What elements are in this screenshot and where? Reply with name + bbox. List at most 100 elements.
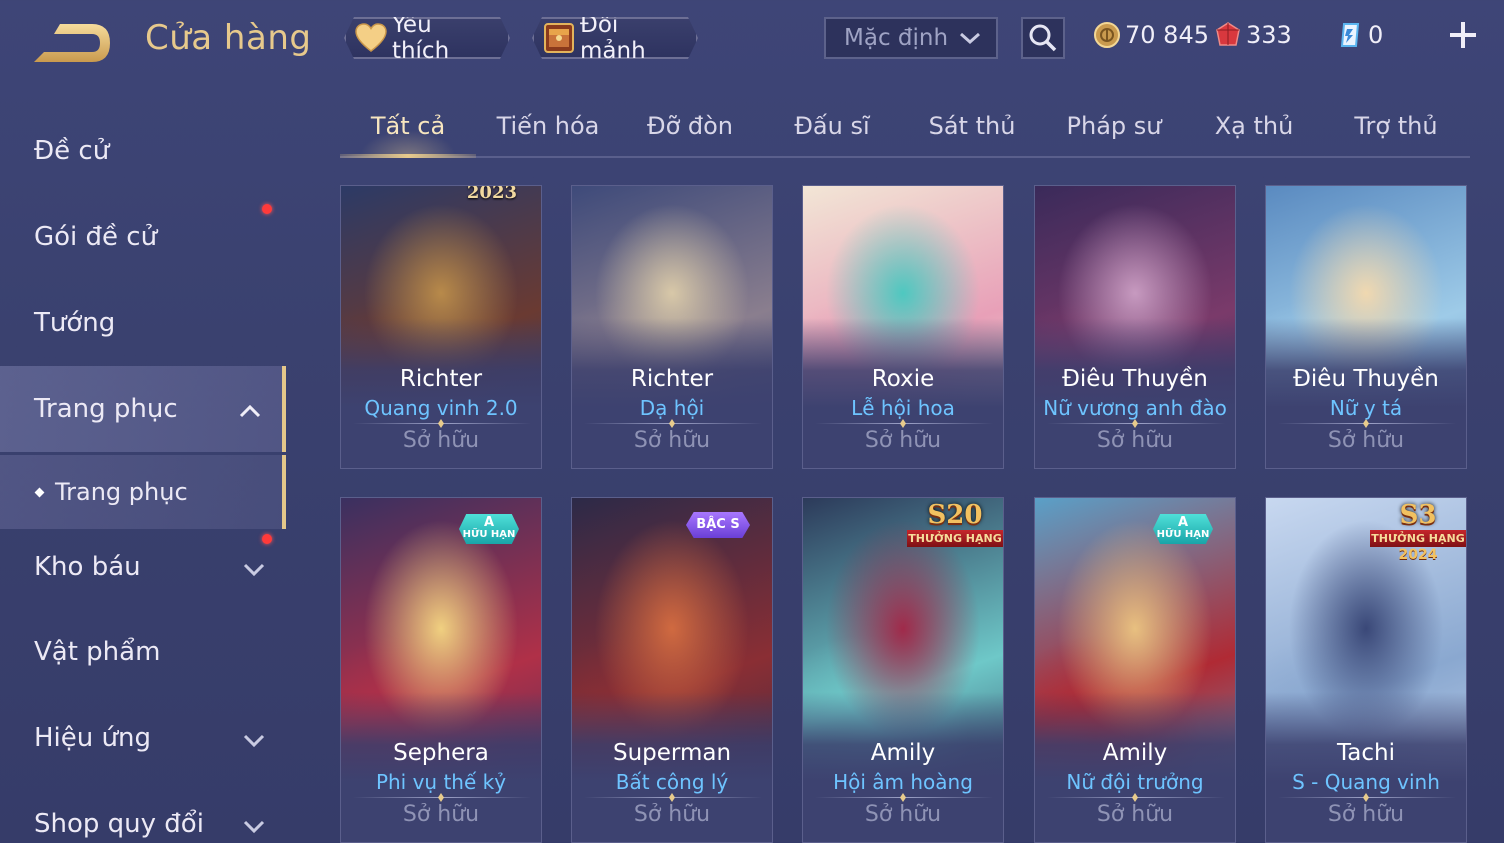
bullet-diamond-icon [34, 487, 45, 497]
chevron-down-icon [242, 727, 266, 757]
badge-subtitle: HỮU HẠN [462, 529, 516, 540]
rank-reward-badge: S20 THƯỞNG HẠNG [907, 500, 1003, 560]
skin-card[interactable]: S20 THƯỞNG HẠNG Amily Hội âm hoàng Sở hữu [802, 497, 1004, 843]
hero-name: Điêu Thuyền [1062, 366, 1208, 392]
owned-status: Sở hữu [1096, 802, 1174, 827]
owned-status: Sở hữu [633, 802, 711, 827]
skin-name: Nữ vương anh đào [1043, 396, 1227, 420]
owned-status: Sở hữu [633, 428, 711, 453]
exchange-shards-button[interactable]: Đổi mảnh [532, 17, 698, 59]
sidebar-item-treasure[interactable]: Kho báu [0, 524, 286, 610]
sidebar-item-label: Gói đề cử [34, 222, 158, 252]
notification-dot [262, 204, 272, 214]
sidebar-item-recommended-packs[interactable]: Gói đề cử [0, 194, 286, 280]
skin-card[interactable]: BẬC S Superman Bất công lý Sở hữu [571, 497, 773, 843]
sidebar-item-skins[interactable]: Trang phục [0, 366, 286, 452]
limited-badge: A HỮU HẠN [1153, 514, 1213, 544]
skin-name: Phi vụ thế kỷ [375, 770, 507, 794]
skin-card[interactable]: Điêu Thuyền Nữ y tá Sở hữu [1265, 185, 1467, 469]
role-tabs: Tất cả Tiến hóa Đỡ đòn Đấu sĩ Sát thủ Ph… [340, 108, 1470, 158]
page-title: Cửa hàng [145, 18, 312, 58]
season-label: S20 [927, 500, 983, 530]
sort-dropdown[interactable]: Mặc định [824, 17, 998, 59]
tab-tank[interactable]: Đỡ đòn [624, 112, 756, 140]
hero-name: Amily [870, 740, 936, 766]
tab-assassin[interactable]: Sát thủ [906, 112, 1038, 140]
chevron-down-icon [958, 27, 982, 55]
treasure-chest-icon [542, 21, 576, 55]
sidebar: Đề cử Gói đề cử Tướng Trang phục Trang p… [0, 108, 290, 843]
owned-status: Sở hữu [1327, 428, 1405, 453]
owned-status: Sở hữu [402, 428, 480, 453]
sidebar-item-label: Kho báu [34, 552, 141, 582]
gold-coin-icon [1093, 21, 1121, 49]
add-currency-button[interactable] [1446, 18, 1480, 52]
chevron-down-icon [242, 556, 266, 586]
rank-reward-badge: S3 THƯỞNG HẠNG 2024 [1370, 500, 1466, 563]
blue-crystal-icon [1336, 21, 1364, 49]
heart-icon [354, 21, 388, 55]
badge-grade: A [483, 515, 495, 530]
skin-card[interactable]: Richter Dạ hội Sở hữu [571, 185, 773, 469]
voucher-currency: 333 [1214, 18, 1292, 52]
hero-name: Tachi [1337, 740, 1395, 766]
exchange-label: Đổi mảnh [580, 12, 646, 64]
sidebar-item-recommended[interactable]: Đề cử [0, 108, 286, 194]
tier-s-badge: BẬC S [686, 512, 750, 538]
season-year: 2024 [1398, 547, 1438, 563]
crystal-currency: 0 [1336, 18, 1383, 52]
sidebar-item-heroes[interactable]: Tướng [0, 280, 286, 366]
skin-card[interactable]: S3 THƯỞNG HẠNG 2024 Tachi S - Quang vinh Sở h… [1265, 497, 1467, 843]
hero-name: Sephera [393, 740, 489, 766]
sidebar-item-effects[interactable]: Hiệu ứng [0, 695, 286, 781]
skin-card[interactable]: Roxie Lễ hội hoa Sở hữu [802, 185, 1004, 469]
tab-fighter[interactable]: Đấu sĩ [766, 112, 898, 140]
badge-grade: A [1177, 515, 1189, 530]
skin-name: Lễ hội hoa [851, 396, 955, 420]
chevron-up-icon [238, 398, 262, 428]
tab-marksman[interactable]: Xạ thủ [1188, 112, 1320, 140]
sidebar-item-label: Đề cử [34, 136, 110, 166]
skin-name: Nữ y tá [1329, 396, 1403, 420]
hero-name: Richter [399, 366, 483, 392]
red-gem-icon [1214, 21, 1242, 49]
skin-card[interactable]: A HỮU HẠN Amily Nữ đội trưởng Sở hữu [1034, 497, 1236, 843]
owned-status: Sở hữu [402, 802, 480, 827]
hero-name: Superman [612, 740, 732, 766]
year-badge: 2023 [466, 185, 517, 203]
hero-name: Roxie [871, 366, 935, 392]
tab-evolution[interactable]: Tiến hóa [482, 112, 614, 140]
owned-status: Sở hữu [1096, 428, 1174, 453]
plus-icon [1450, 22, 1476, 48]
sidebar-item-items[interactable]: Vật phẩm [0, 609, 286, 695]
skin-card[interactable]: A HỮU HẠN Sephera Phi vụ thế kỷ Sở hữu [340, 497, 542, 843]
owned-status: Sở hữu [864, 428, 942, 453]
sidebar-item-exchange-shop[interactable]: Shop quy đổi [0, 781, 286, 843]
sort-selected-value: Mặc định [844, 25, 949, 51]
back-button[interactable] [30, 20, 114, 66]
back-arrow-icon [34, 24, 110, 62]
tab-mage[interactable]: Pháp sư [1048, 112, 1180, 140]
tab-support[interactable]: Trợ thủ [1330, 112, 1462, 140]
notification-dot [262, 534, 272, 544]
favorites-button[interactable]: Yêu thích [344, 17, 510, 59]
rank-reward-ribbon: THƯỞNG HẠNG [907, 530, 1003, 547]
skin-card[interactable]: Điêu Thuyền Nữ vương anh đào Sở hữu [1034, 185, 1236, 469]
search-button[interactable] [1021, 17, 1065, 59]
skin-name: Hội âm hoàng [833, 770, 973, 794]
sidebar-item-label: Tướng [34, 308, 116, 338]
chevron-down-icon [242, 813, 266, 843]
voucher-amount: 333 [1246, 21, 1292, 49]
sidebar-item-label: Trang phục [55, 478, 188, 506]
active-tab-underline [340, 154, 476, 158]
skin-name: Bất công lý [615, 770, 729, 794]
top-bar: Cửa hàng Yêu thích Đổi mảnh Mặc định 70 … [0, 0, 1504, 80]
gold-currency: 70 845 [1093, 18, 1209, 52]
sidebar-item-label: Trang phục [34, 394, 178, 424]
sidebar-item-label: Shop quy đổi [34, 809, 204, 839]
hero-name: Điêu Thuyền [1293, 366, 1439, 392]
season-label: S3 [1399, 500, 1437, 530]
tab-all[interactable]: Tất cả [340, 112, 476, 140]
sidebar-subitem-skins[interactable]: Trang phục [0, 455, 286, 529]
skin-card[interactable]: 2023 Richter Quang vinh 2.0 Sở hữu [340, 185, 542, 469]
